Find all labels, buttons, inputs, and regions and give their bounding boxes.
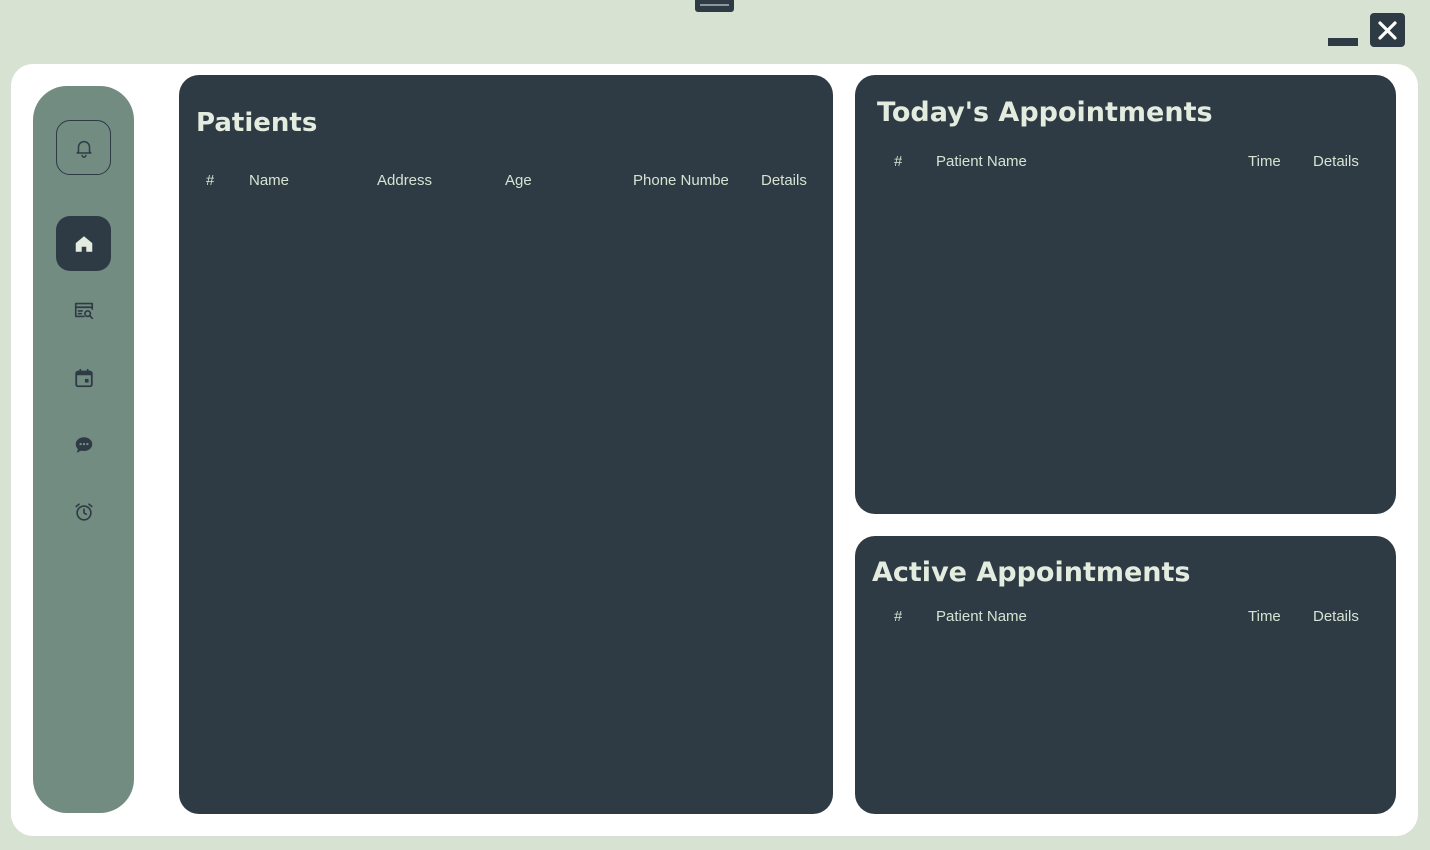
patients-col-phone[interactable]: Phone Number <box>633 172 728 189</box>
todays-appointments-title: Today's Appointments <box>877 97 1213 128</box>
sidebar-item-home[interactable] <box>56 216 111 271</box>
patients-col-age[interactable]: Age <box>505 172 532 189</box>
chat-icon <box>75 437 93 453</box>
todays-col-details[interactable]: Details <box>1313 153 1359 170</box>
sidebar-item-notifications[interactable] <box>56 120 111 175</box>
patients-title: Patients <box>196 108 318 138</box>
active-col-details[interactable]: Details <box>1313 608 1359 625</box>
patients-panel: Patients # Name Address Age Phone Number… <box>179 75 833 814</box>
minimize-button[interactable] <box>1328 38 1358 46</box>
home-icon <box>75 235 92 252</box>
sidebar-item-patient-search[interactable] <box>70 296 98 324</box>
sidebar-item-reminders[interactable] <box>70 498 98 526</box>
patients-col-address[interactable]: Address <box>377 172 432 189</box>
bell-icon <box>75 140 92 158</box>
todays-col-number[interactable]: # <box>894 153 902 170</box>
calendar-icon <box>75 368 93 388</box>
patients-col-number[interactable]: # <box>206 172 214 189</box>
close-button[interactable] <box>1370 13 1405 47</box>
sidebar-nav <box>33 86 134 813</box>
app-window: Patients # Name Address Age Phone Number… <box>0 0 1430 850</box>
todays-appointments-panel: Today's Appointments # Patient Name Time… <box>855 75 1396 514</box>
patients-col-name[interactable]: Name <box>249 172 289 189</box>
active-appointments-title: Active Appointments <box>872 557 1191 588</box>
active-appointments-panel: Active Appointments # Patient Name Time … <box>855 536 1396 814</box>
close-icon <box>1378 21 1397 40</box>
todays-col-patient-name[interactable]: Patient Name <box>936 153 1027 170</box>
patients-col-details[interactable]: Details <box>761 172 807 189</box>
sidebar-item-messages[interactable] <box>70 431 98 459</box>
sidebar-item-appointments[interactable] <box>70 364 98 392</box>
todays-col-time[interactable]: Time <box>1248 153 1281 170</box>
window-drag-handle[interactable] <box>695 0 734 12</box>
alarm-icon <box>75 503 93 521</box>
active-col-time[interactable]: Time <box>1248 608 1281 625</box>
active-col-number[interactable]: # <box>894 608 902 625</box>
search-records-icon <box>74 302 94 320</box>
active-col-patient-name[interactable]: Patient Name <box>936 608 1027 625</box>
